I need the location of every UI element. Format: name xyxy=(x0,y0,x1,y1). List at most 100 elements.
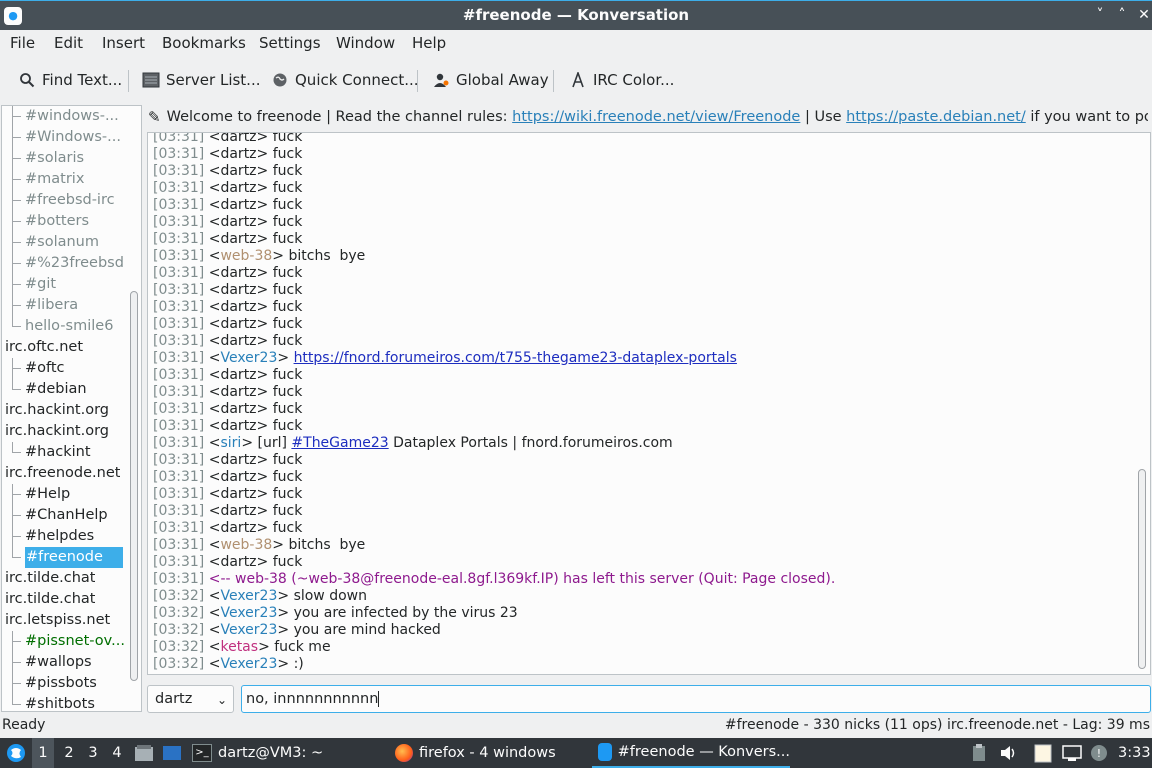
global-away-button[interactable]: Global Away xyxy=(432,68,549,92)
notes-icon[interactable] xyxy=(1034,738,1052,768)
volume-icon[interactable] xyxy=(1000,738,1018,768)
chat-nick[interactable]: Vexer23 xyxy=(220,350,277,366)
chat-nick[interactable]: dartz xyxy=(220,146,256,162)
sidebar-item[interactable]: #freenode xyxy=(25,547,123,568)
menu-bookmarks[interactable]: Bookmarks xyxy=(162,34,246,52)
nickname-selector[interactable]: dartz ⌄ xyxy=(147,685,234,713)
sidebar-item[interactable]: #Help xyxy=(25,484,70,505)
topic-link-wiki[interactable]: https://wiki.freenode.net/view/Freenode xyxy=(512,109,800,125)
sidebar-item[interactable]: #debian xyxy=(25,379,87,400)
network-icon[interactable] xyxy=(1062,738,1082,768)
sidebar-item[interactable]: hello-smile6 xyxy=(25,316,113,337)
chat-nick[interactable]: dartz xyxy=(220,282,256,298)
chat-nick[interactable]: dartz xyxy=(220,469,256,485)
chat-nick[interactable]: dartz xyxy=(220,418,256,434)
clock[interactable]: 3:33 xyxy=(1118,738,1151,768)
menu-insert[interactable]: Insert xyxy=(102,34,145,52)
chat-nick[interactable]: dartz xyxy=(220,231,256,247)
clipboard-icon[interactable] xyxy=(972,738,986,768)
chat-nick[interactable]: dartz xyxy=(220,520,256,536)
app-launcher-icon[interactable] xyxy=(6,738,26,768)
sidebar-item[interactable]: irc.tilde.chat xyxy=(5,589,95,610)
menu-file[interactable]: File xyxy=(10,34,35,52)
chat-nick[interactable]: dartz xyxy=(220,401,256,417)
sidebar-item[interactable]: #botters xyxy=(25,211,89,232)
sidebar-scrollbar[interactable] xyxy=(130,106,138,711)
sidebar-item[interactable]: #solaris xyxy=(25,148,84,169)
chat-nick[interactable]: dartz xyxy=(220,265,256,281)
sidebar-item[interactable]: irc.tilde.chat xyxy=(5,568,95,589)
task-firefox[interactable]: firefox - 4 windows xyxy=(395,738,556,768)
chat-nick[interactable]: dartz xyxy=(220,180,256,196)
file-manager-icon[interactable] xyxy=(134,738,154,768)
sidebar-item[interactable]: #wallops xyxy=(25,652,92,673)
sidebar-item[interactable]: #freebsd-irc xyxy=(25,190,115,211)
topic-edit-icon[interactable]: ✎ xyxy=(148,108,161,126)
sidebar-item[interactable]: #oftc xyxy=(25,358,65,379)
menu-edit[interactable]: Edit xyxy=(54,34,83,52)
chat-nick[interactable]: dartz xyxy=(220,333,256,349)
chat-scrollbar[interactable] xyxy=(1138,133,1146,674)
chat-nick[interactable]: dartz xyxy=(220,452,256,468)
window-titlebar[interactable]: ● #freenode — Konversation ˅ ˄ ✕ xyxy=(0,0,1152,30)
sidebar-item[interactable]: #helpdes xyxy=(25,526,94,547)
sidebar-item[interactable]: irc.letspiss.net xyxy=(5,610,110,631)
chat-nick[interactable]: dartz xyxy=(220,214,256,230)
sidebar-item[interactable]: #git xyxy=(25,274,56,295)
chat-nick[interactable]: dartz xyxy=(220,197,256,213)
notifications-icon[interactable]: ! xyxy=(1090,738,1108,768)
sidebar-scrollbar-thumb[interactable] xyxy=(130,291,138,681)
task-terminal[interactable]: >_ dartz@VM3: ~ xyxy=(192,738,323,768)
menu-help[interactable]: Help xyxy=(412,34,446,52)
chat-scrollbar-thumb[interactable] xyxy=(1138,469,1146,669)
desktop-4[interactable]: 4 xyxy=(106,738,128,768)
chat-nick[interactable]: dartz xyxy=(220,299,256,315)
chat-nick[interactable]: Vexer23 xyxy=(220,605,277,621)
show-desktop-icon[interactable] xyxy=(162,738,182,768)
irc-color-button[interactable]: IRC Color... xyxy=(569,68,674,92)
sidebar-item[interactable]: #ChanHelp xyxy=(25,505,108,526)
chat-nick[interactable]: Vexer23 xyxy=(220,656,277,672)
chat-link[interactable]: #TheGame23 xyxy=(291,435,388,451)
chat-nick[interactable]: dartz xyxy=(220,486,256,502)
sidebar-item[interactable]: #Windows-... xyxy=(25,127,121,148)
channel-tree[interactable]: #windows-... #Windows-... #solaris #matrix #… xyxy=(1,105,142,712)
chat-nick[interactable]: siri xyxy=(220,435,241,451)
menu-window[interactable]: Window xyxy=(336,34,395,52)
chat-nick[interactable]: ketas xyxy=(220,639,258,655)
desktop-1[interactable]: 1 xyxy=(32,738,54,768)
sidebar-item[interactable]: #shitbots xyxy=(25,694,95,711)
sidebar-item[interactable]: #libera xyxy=(25,295,78,316)
menu-settings[interactable]: Settings xyxy=(259,34,321,52)
chat-nick[interactable]: Vexer23 xyxy=(220,622,277,638)
sidebar-item[interactable]: irc.hackint.org xyxy=(5,400,109,421)
sidebar-item[interactable]: #%23freebsd xyxy=(25,253,124,274)
minimize-icon[interactable]: ˅ xyxy=(1090,5,1110,25)
chat-nick[interactable]: Vexer23 xyxy=(220,588,277,604)
chat-nick[interactable]: dartz xyxy=(220,384,256,400)
find-text-button[interactable]: Find Text... xyxy=(18,68,122,92)
chat-nick[interactable]: dartz xyxy=(220,503,256,519)
sidebar-item[interactable]: irc.hackint.org xyxy=(5,421,109,442)
close-icon[interactable]: ✕ xyxy=(1134,5,1152,25)
sidebar-item[interactable]: irc.freenode.net xyxy=(5,463,120,484)
server-list-button[interactable]: Server List... xyxy=(142,68,260,92)
chat-nick[interactable]: dartz xyxy=(220,367,256,383)
task-konversation[interactable]: #freenode — Konvers... xyxy=(592,738,790,768)
quick-connect-button[interactable]: Quick Connect... xyxy=(271,68,419,92)
chat-nick[interactable]: web-38 xyxy=(220,248,272,264)
maximize-icon[interactable]: ˄ xyxy=(1112,5,1132,25)
message-input[interactable]: no, innnnnnnnnnn xyxy=(241,685,1151,713)
topic-link-paste[interactable]: https://paste.debian.net/ xyxy=(846,109,1026,125)
sidebar-item[interactable]: #solanum xyxy=(25,232,99,253)
chat-view[interactable]: [03:31] <dartz> fuck [03:31] <dartz> fuck… xyxy=(147,132,1151,675)
sidebar-item[interactable]: irc.oftc.net xyxy=(5,337,83,358)
chat-link[interactable]: https://fnord.forumeiros.com/t755-thegam… xyxy=(294,350,737,366)
chat-nick[interactable]: dartz xyxy=(220,554,256,570)
sidebar-item[interactable]: #pissnet-ov... xyxy=(25,631,125,652)
desktop-3[interactable]: 3 xyxy=(82,738,104,768)
chat-nick[interactable]: dartz xyxy=(220,133,256,145)
sidebar-item[interactable]: #pissbots xyxy=(25,673,97,694)
desktop-2[interactable]: 2 xyxy=(58,738,80,768)
sidebar-item[interactable]: #hackint xyxy=(25,442,91,463)
